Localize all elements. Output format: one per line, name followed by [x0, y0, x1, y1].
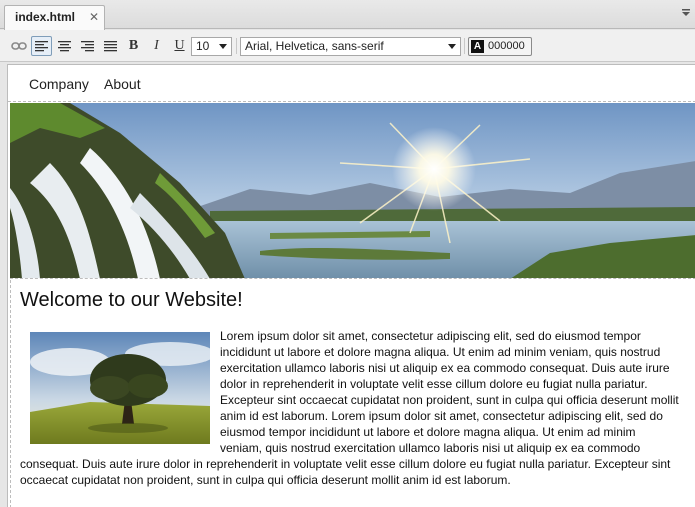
align-left-icon[interactable] [31, 36, 52, 56]
tab-bar: index.html ✕ [0, 0, 695, 30]
link-icon[interactable] [8, 36, 29, 56]
align-center-icon[interactable] [54, 36, 75, 56]
font-family-value: Arial, Helvetica, sans-serif [245, 39, 384, 53]
underline-button[interactable]: U [169, 36, 190, 56]
bold-button[interactable]: B [123, 36, 144, 56]
nav-link-company[interactable]: Company [29, 76, 89, 92]
align-justify-icon[interactable] [100, 36, 121, 56]
tab-title: index.html [15, 10, 76, 24]
toolbar-divider [464, 38, 465, 54]
align-right-icon[interactable] [77, 36, 98, 56]
text-color-picker[interactable]: A 000000 [468, 37, 532, 56]
text-color-icon: A [471, 40, 484, 53]
text-color-value: 000000 [488, 40, 525, 52]
nav-link-about[interactable]: About [104, 76, 141, 92]
tree-image [30, 332, 210, 444]
font-size-select[interactable]: 10 [191, 37, 232, 56]
body-paragraph: Lorem ipsum dolor sit amet, consectetur … [20, 328, 680, 488]
italic-button[interactable]: I [146, 36, 167, 56]
font-size-value: 10 [196, 39, 210, 53]
font-family-select[interactable]: Arial, Helvetica, sans-serif [240, 37, 461, 56]
editor-canvas[interactable]: Company About Welcome to our Website! Lo… [7, 64, 695, 507]
banner-image [10, 103, 695, 279]
content-section: Welcome to our Website! Lorem ipsum dolo… [10, 280, 694, 507]
formatting-toolbar: B I U 10 Arial, Helvetica, sans-serif A … [0, 30, 695, 62]
tab-index-html[interactable]: index.html ✕ [4, 5, 105, 30]
page-heading: Welcome to our Website! [20, 289, 243, 311]
close-icon[interactable]: ✕ [89, 10, 99, 24]
chevron-down-icon [219, 44, 227, 49]
site-navigation: Company About [8, 65, 695, 102]
toolbar-divider [236, 38, 237, 54]
chevron-down-icon [448, 44, 456, 49]
dropdown-icon[interactable] [681, 8, 691, 18]
html-editor-window: index.html ✕ B I U 10 Arial, Helvetica, … [0, 0, 695, 507]
